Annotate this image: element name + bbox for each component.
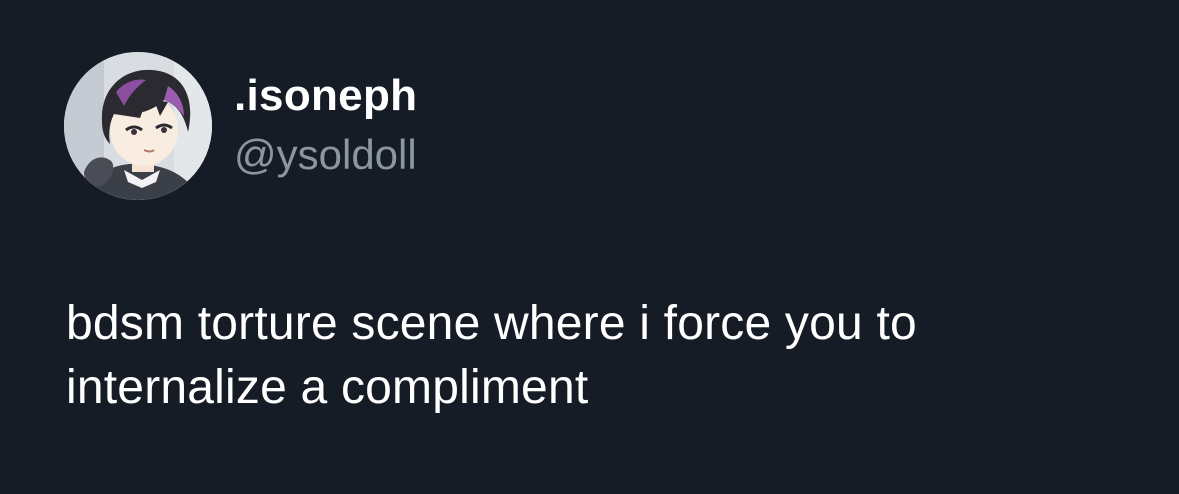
avatar[interactable] xyxy=(64,52,212,200)
user-handle[interactable]: @ysoldoll xyxy=(234,130,417,180)
tweet-text: bdsm torture scene where i force you to … xyxy=(66,297,917,414)
tweet-card: .isoneph @ysoldoll bdsm torture scene wh… xyxy=(0,0,1179,494)
avatar-illustration xyxy=(64,52,212,200)
display-name[interactable]: .isoneph xyxy=(234,70,417,122)
